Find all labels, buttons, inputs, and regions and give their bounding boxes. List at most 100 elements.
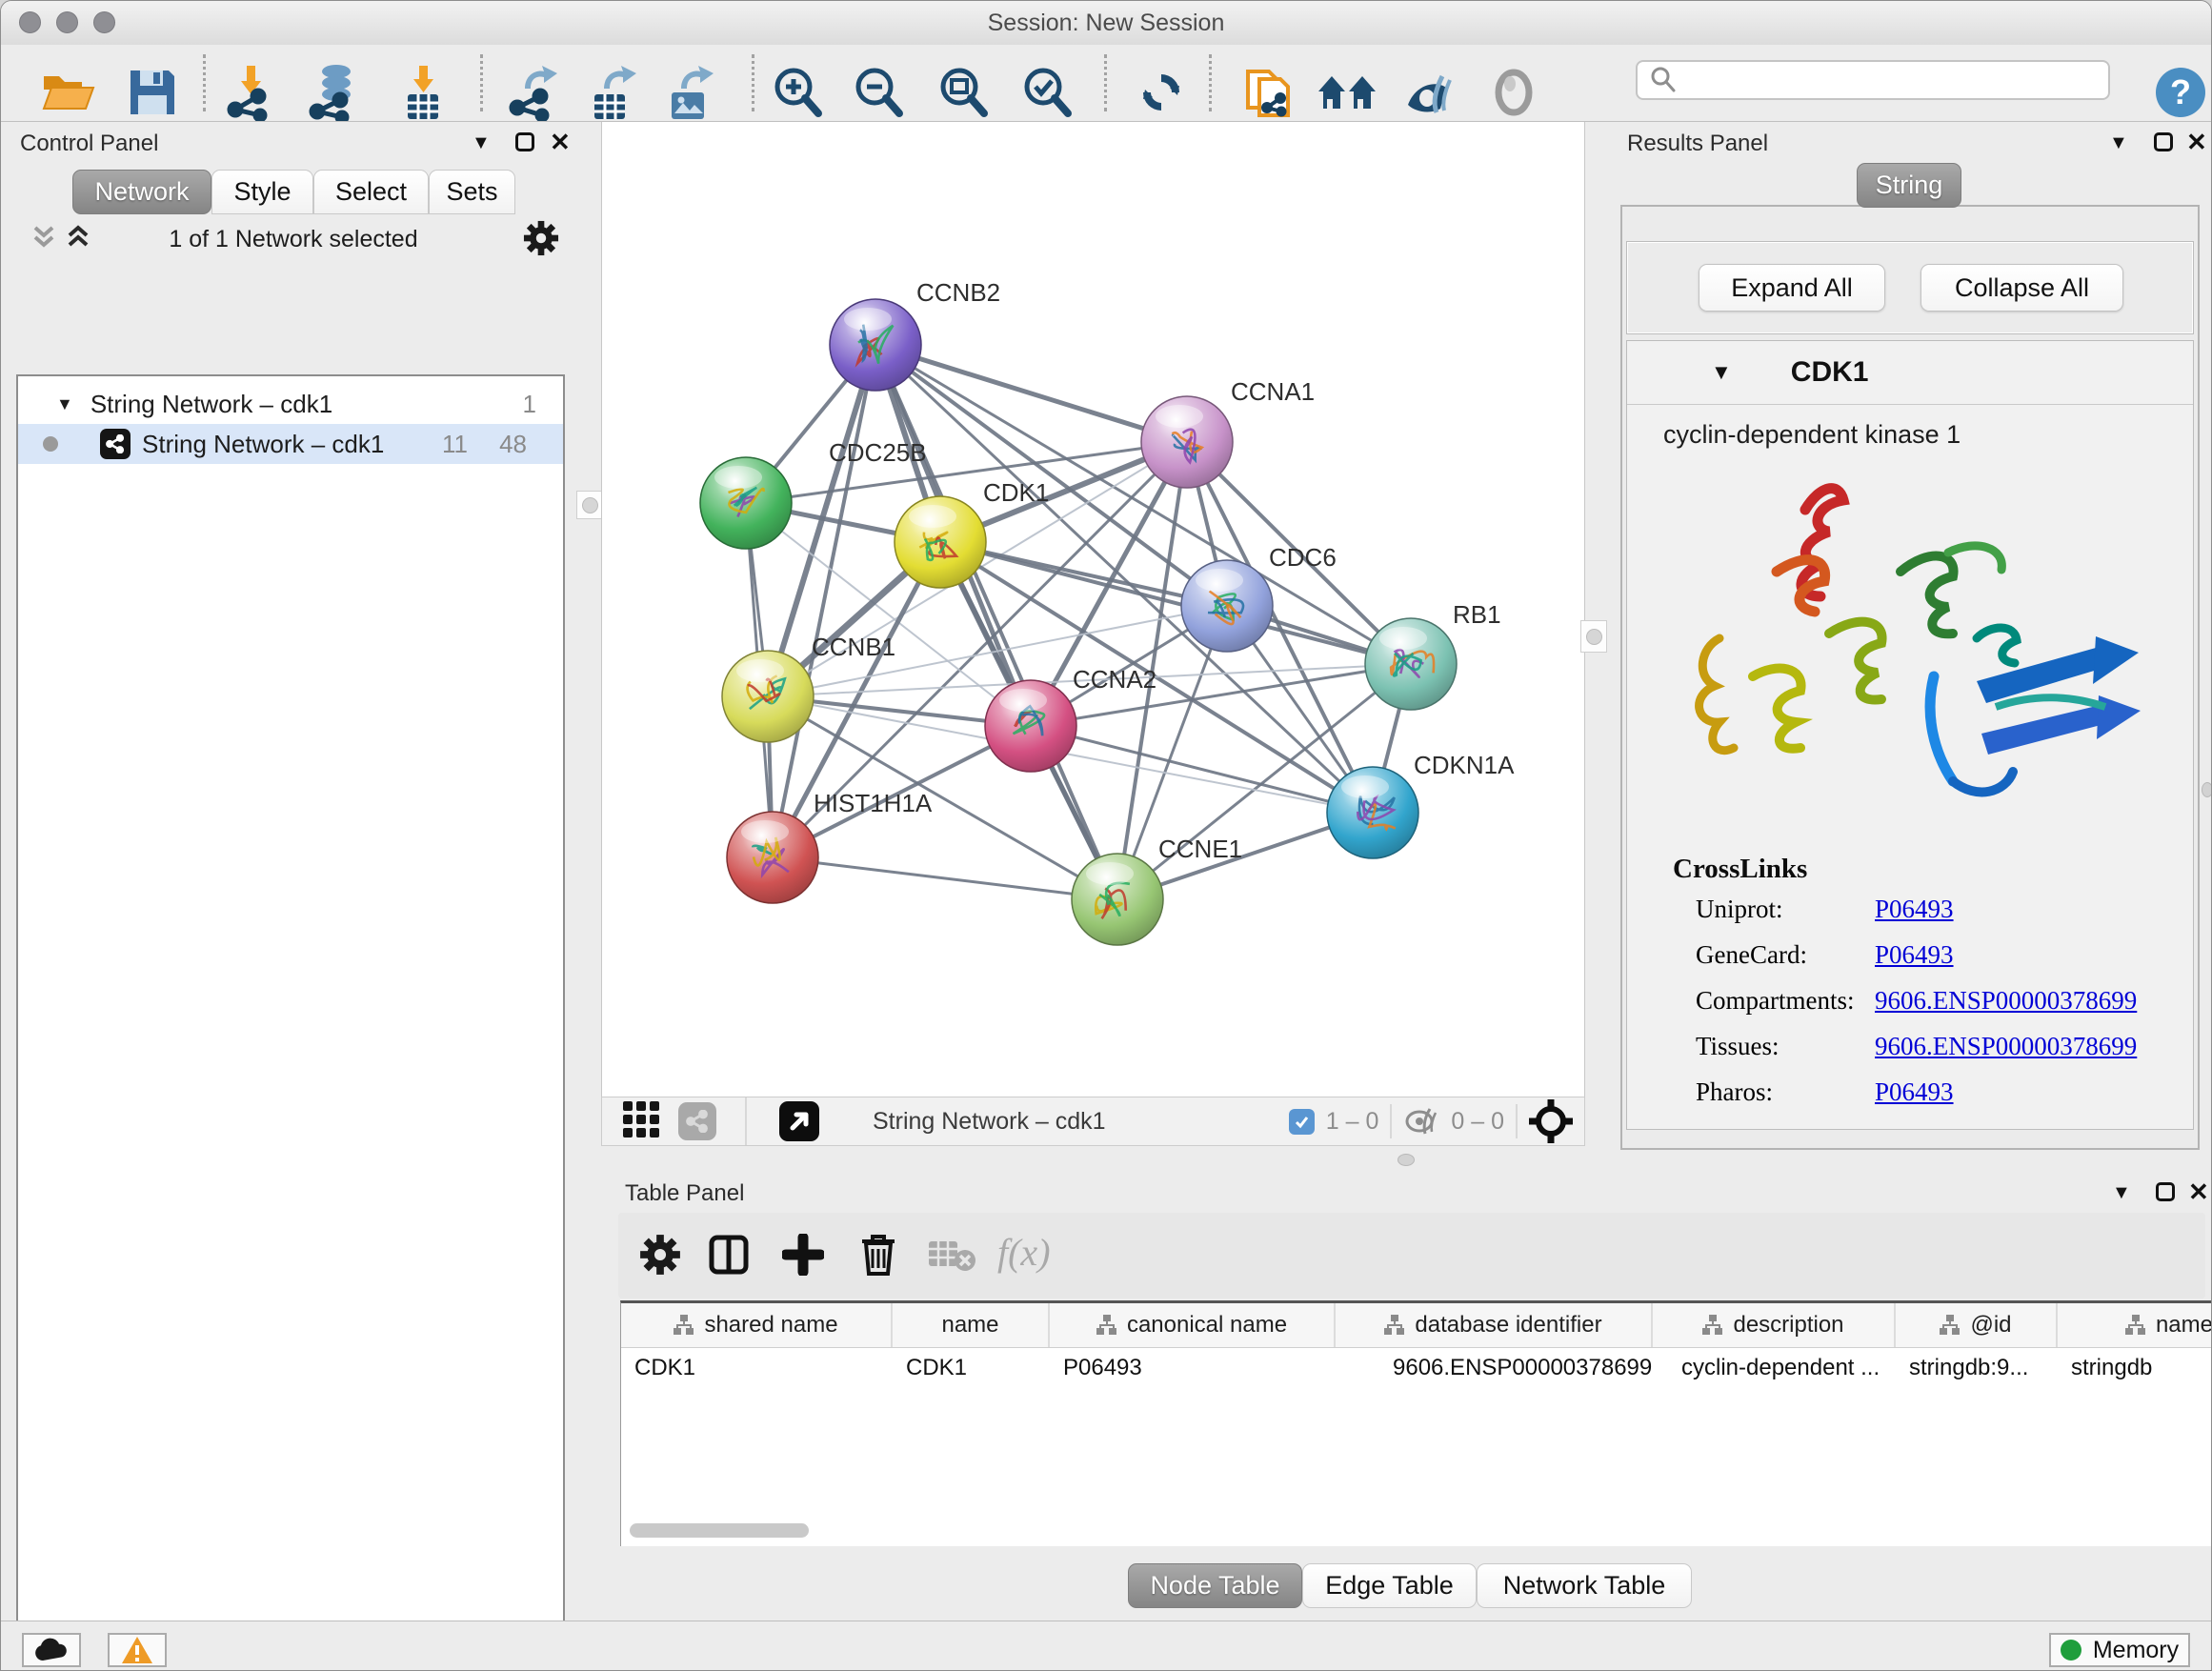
results-panel-float-icon[interactable] (2154, 132, 2173, 151)
network-node[interactable]: CDKN1A (1327, 751, 1515, 858)
column-header[interactable]: name (893, 1303, 1050, 1347)
network-node[interactable]: CCNB1 (722, 633, 895, 742)
toolbar-separator (1104, 54, 1107, 111)
main-toolbar: ? (1, 45, 2211, 122)
export-table-button[interactable] (580, 61, 643, 124)
export-image-button[interactable] (657, 61, 720, 124)
network-edge[interactable] (940, 542, 1411, 664)
node-label: RB1 (1453, 600, 1501, 629)
control-panel-float-icon[interactable] (515, 132, 534, 151)
highlight-button[interactable] (1482, 61, 1545, 124)
network-row-selected[interactable]: String Network – cdk1 11 48 (18, 424, 563, 464)
entry-header-row[interactable]: ▼ CDK1 (1627, 341, 2193, 405)
canvas-results-splitter-handle[interactable] (1580, 620, 1607, 653)
hidden-eye-slash-icon (1403, 1107, 1439, 1136)
network-edge[interactable] (875, 345, 1187, 442)
protein-structure-image (1662, 457, 2158, 829)
tab-select[interactable]: Select (313, 170, 429, 214)
network-collection-row[interactable]: ▼ String Network – cdk1 1 (18, 384, 563, 424)
warnings-button[interactable] (108, 1633, 167, 1667)
table-panel-close-icon[interactable]: ✕ (2188, 1182, 2209, 1201)
table-row[interactable]: CDK1 CDK1 P06493 9606.ENSP00000378699 cy… (621, 1348, 2212, 1388)
network-options-button[interactable] (523, 220, 559, 261)
network-canvas[interactable]: CCNB2CCNA1CDC25BCDK1CDC6RB1CCNB1CCNA2CDK… (601, 122, 1585, 1097)
table-panel-menu-icon[interactable]: ▼ (2112, 1182, 2131, 1204)
results-panel-menu-icon[interactable]: ▼ (2109, 132, 2128, 154)
zoom-fit-button[interactable] (932, 61, 995, 124)
tab-sets[interactable]: Sets (429, 170, 515, 214)
zoom-in-button[interactable] (766, 61, 829, 124)
network-node[interactable]: CCNA1 (1141, 377, 1315, 488)
table-hscrollbar-thumb[interactable] (630, 1523, 809, 1538)
tree-expand-icon[interactable]: ▼ (56, 394, 73, 414)
entry-name: CDK1 (1791, 356, 1869, 389)
memory-button[interactable]: Memory (2049, 1633, 2190, 1667)
network-edge[interactable] (773, 857, 1117, 899)
export-network-button[interactable] (501, 61, 564, 124)
import-network-database-button[interactable] (304, 61, 367, 124)
show-columns-button[interactable] (708, 1234, 750, 1280)
detach-view-button[interactable] (779, 1101, 819, 1141)
delete-column-button[interactable] (858, 1232, 898, 1282)
search-input[interactable] (1679, 66, 2108, 94)
network-edge[interactable] (746, 442, 1187, 503)
zoom-selected-button[interactable] (1016, 61, 1078, 124)
node-label: CDKN1A (1414, 751, 1515, 779)
table-panel-float-icon[interactable] (2156, 1182, 2175, 1201)
crosslink-value[interactable]: 9606.ENSP00000378699 (1875, 1032, 2193, 1061)
zoom-out-button[interactable] (847, 61, 910, 124)
column-header[interactable]: database identifier (1336, 1303, 1653, 1347)
column-header[interactable]: @id (1896, 1303, 2058, 1347)
crosshair-icon[interactable] (1529, 1099, 1573, 1143)
grid-view-button[interactable] (621, 1099, 661, 1144)
tab-network[interactable]: Network (72, 170, 211, 214)
results-entry-section: ▼ CDK1 cyclin-dependent kinase 1 (1626, 340, 2194, 1130)
import-table-button[interactable] (392, 61, 454, 124)
control-panel-menu-icon[interactable]: ▼ (472, 132, 491, 154)
network-node[interactable]: CDC6 (1181, 543, 1337, 652)
results-right-splitter-handle[interactable] (2202, 782, 2212, 797)
tab-network-table[interactable]: Network Table (1477, 1563, 1692, 1608)
crosslink-value[interactable]: P06493 (1875, 940, 2193, 970)
open-session-button[interactable] (36, 61, 99, 124)
delete-table-button-disabled[interactable] (927, 1238, 976, 1277)
current-network-dot-icon (43, 436, 58, 452)
network-node[interactable]: CDK1 (895, 478, 1049, 588)
help-button[interactable]: ? (2149, 61, 2212, 124)
network-edge[interactable] (773, 345, 875, 857)
birds-eye-view-button[interactable] (1317, 61, 1379, 124)
network-node[interactable]: RB1 (1365, 600, 1501, 710)
save-session-button[interactable] (121, 61, 184, 124)
copy-network-button[interactable] (1237, 61, 1299, 124)
table-options-button[interactable] (639, 1234, 681, 1280)
results-panel-close-icon[interactable]: ✕ (2186, 132, 2207, 151)
function-builder-button-disabled[interactable]: f(x) (997, 1230, 1051, 1275)
column-header[interactable]: namespace (2058, 1303, 2212, 1347)
crosslink-value[interactable]: P06493 (1875, 895, 2193, 924)
selected-checkbox-icon[interactable] (1289, 1109, 1315, 1135)
tab-string[interactable]: String (1857, 163, 1961, 208)
toolbar-separator (203, 54, 206, 111)
crosslink-value[interactable]: 9606.ENSP00000378699 (1875, 986, 2193, 1016)
control-panel-close-icon[interactable]: ✕ (550, 132, 571, 151)
left-splitter-handle[interactable] (576, 491, 603, 519)
column-header[interactable]: description (1653, 1303, 1896, 1347)
refresh-button[interactable] (1130, 61, 1193, 124)
add-column-button[interactable] (782, 1234, 824, 1280)
curved-arrow-icon (604, 66, 636, 89)
tab-style[interactable]: Style (211, 170, 313, 214)
column-header[interactable]: canonical name (1050, 1303, 1336, 1347)
expand-all-button[interactable]: Expand All (1699, 264, 1885, 312)
entry-collapse-icon[interactable]: ▼ (1711, 360, 1732, 385)
hide-edges-button[interactable] (1396, 61, 1458, 124)
crosslink-value[interactable]: P06493 (1875, 1077, 2193, 1107)
column-header[interactable]: shared name (621, 1303, 893, 1347)
horizontal-splitter-handle[interactable] (1398, 1154, 1415, 1166)
import-network-file-button[interactable] (219, 61, 282, 124)
tab-edge-table[interactable]: Edge Table (1302, 1563, 1477, 1608)
tab-node-table[interactable]: Node Table (1128, 1563, 1302, 1608)
network-node[interactable]: HIST1H1A (727, 789, 933, 903)
string-view-button[interactable] (678, 1102, 716, 1140)
cloud-status-button[interactable] (22, 1633, 81, 1667)
collapse-all-button[interactable]: Collapse All (1920, 264, 2123, 312)
